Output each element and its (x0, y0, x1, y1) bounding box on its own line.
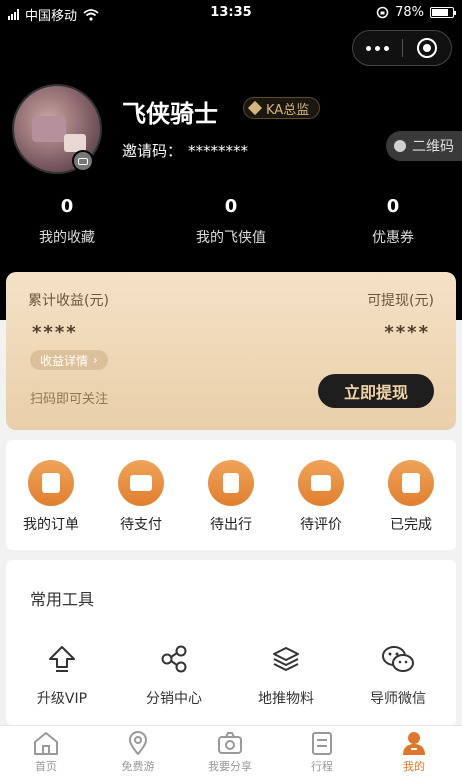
tab-label: 首页 (35, 760, 57, 773)
earnings-card: 累计收益(元) 可提现(元) **** **** 收益详情 › 扫码即可关注 立… (6, 272, 456, 430)
tab-itinerary[interactable]: 行程 (276, 730, 368, 774)
more-options-icon[interactable] (353, 45, 402, 51)
tool-upgrade-vip[interactable]: 升级VIP (6, 644, 118, 708)
stat-favorites[interactable]: 0 我的收藏 (0, 196, 144, 247)
tab-mine[interactable]: 我的 (368, 730, 460, 774)
scan-tip: 扫码即可关注 (30, 392, 109, 407)
wallet-icon (118, 460, 164, 506)
tab-label: 行程 (311, 760, 333, 773)
level-badge: KA总监 (243, 97, 321, 119)
withdrawable-value: **** (384, 322, 430, 343)
order-label: 我的订单 (23, 517, 79, 533)
invite-code-row: 邀请码： ******** (122, 140, 248, 161)
stat-value: 0 (224, 196, 238, 217)
tab-bar: 首页 免费游 我要分享 行程 我的 (0, 725, 462, 777)
tool-label: 导师微信 (370, 691, 426, 707)
total-earnings-label: 累计收益(元) (28, 293, 109, 309)
tool-label: 地推物料 (258, 691, 314, 707)
camera-icon (218, 732, 242, 754)
qr-code-button-label: 二维码 (412, 139, 454, 155)
stat-label: 我的收藏 (39, 230, 95, 246)
diamond-icon (247, 100, 263, 116)
mini-program-capsule (352, 30, 452, 66)
stat-label: 优惠券 (372, 230, 414, 246)
tab-label: 我的 (403, 760, 425, 773)
order-pending-review[interactable]: 待评价 (276, 460, 366, 534)
username: 飞侠骑士 (122, 100, 218, 128)
earnings-detail-label: 收益详情 (40, 353, 89, 368)
stat-value: 0 (386, 196, 400, 217)
qr-code-button[interactable]: 二维码 (386, 131, 462, 161)
home-icon (34, 732, 58, 755)
tool-mentor-wechat[interactable]: 导师微信 (342, 644, 454, 708)
tool-distribution-center[interactable]: 分销中心 (118, 644, 230, 708)
orders-panel: 我的订单 待支付 待出行 待评价 已完成 (6, 440, 456, 550)
tab-label: 我要分享 (208, 760, 252, 773)
invite-code: ******** (188, 141, 249, 160)
tab-share[interactable]: 我要分享 (184, 730, 276, 774)
tool-label: 分销中心 (146, 691, 202, 707)
tool-label: 升级VIP (36, 691, 88, 707)
tools-title: 常用工具 (30, 590, 95, 609)
withdraw-button[interactable]: 立即提现 (318, 374, 434, 408)
order-label: 待出行 (210, 517, 252, 533)
comment-icon (298, 460, 344, 506)
status-bar: 中国移动 13:35 78% (0, 0, 462, 26)
order-list-icon (28, 460, 74, 506)
tab-free-travel[interactable]: 免费游 (92, 730, 184, 774)
completed-icon (388, 460, 434, 506)
orientation-lock-icon (376, 6, 389, 19)
tools-panel: 常用工具 升级VIP 分销中心 地推物料 导师微信 (6, 560, 456, 725)
invite-label: 邀请码： (122, 142, 183, 160)
avatar-camera-icon[interactable] (72, 150, 94, 172)
order-pending-travel[interactable]: 待出行 (186, 460, 276, 534)
earnings-detail-link[interactable]: 收益详情 › (30, 350, 108, 370)
level-badge-label: KA总监 (266, 102, 310, 118)
order-label: 待支付 (120, 517, 162, 533)
wechat-icon (382, 646, 414, 672)
order-label: 待评价 (300, 517, 342, 533)
order-label: 已完成 (390, 517, 432, 533)
order-all[interactable]: 我的订单 (6, 460, 96, 534)
layers-icon (273, 647, 299, 671)
total-earnings-value: **** (32, 322, 78, 343)
tool-promo-materials[interactable]: 地推物料 (230, 644, 342, 708)
luggage-icon (208, 460, 254, 506)
withdrawable-label: 可提现(元) (367, 293, 434, 309)
battery-icon (430, 7, 456, 18)
itinerary-icon (312, 732, 332, 755)
close-mini-program-icon[interactable] (403, 38, 451, 58)
upgrade-arrow-icon (49, 646, 75, 672)
order-completed[interactable]: 已完成 (366, 460, 456, 534)
stat-value: 0 (60, 196, 74, 217)
stat-label: 我的飞侠值 (196, 230, 266, 246)
battery-percent: 78% (395, 5, 424, 20)
profile-icon (403, 732, 425, 755)
qr-dot-icon (394, 140, 406, 152)
share-nodes-icon (161, 645, 187, 673)
order-pending-payment[interactable]: 待支付 (96, 460, 186, 534)
tab-label: 免费游 (121, 760, 155, 773)
chevron-right-icon: › (93, 353, 98, 367)
stat-coupons[interactable]: 0 优惠券 (316, 196, 462, 247)
stat-feixia-points[interactable]: 0 我的飞侠值 (154, 196, 308, 247)
tab-home[interactable]: 首页 (0, 730, 92, 774)
location-pin-icon (128, 731, 148, 756)
